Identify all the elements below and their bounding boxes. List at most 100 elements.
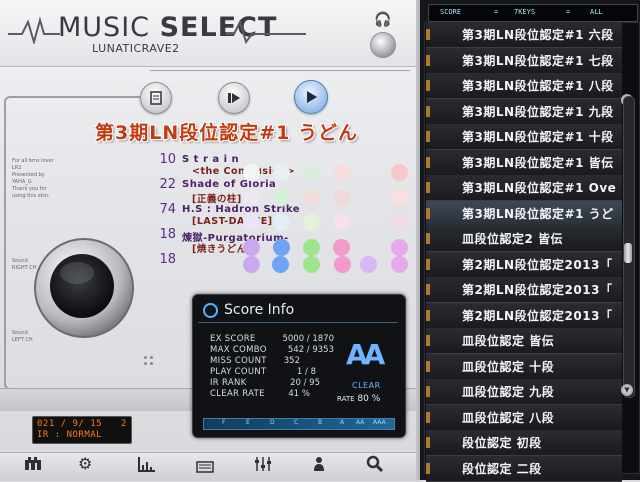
key-dot: [303, 256, 320, 273]
clear-status: CLEAR: [352, 381, 381, 390]
memo-button[interactable]: [140, 82, 172, 114]
sort-separator: =: [566, 8, 571, 16]
led-display: 021 / 9/ 15 2 IR : NORMAL: [32, 416, 132, 444]
song-subtitle: [LAST-DANCE]: [192, 216, 273, 227]
song-list-item-title: 第3期LN段位認定#1 八段: [462, 79, 614, 93]
song-list-item[interactable]: 第3期LN段位認定#1 七段: [426, 47, 622, 74]
song-list-item-title: 第3期LN段位認定#1 六段: [462, 28, 614, 42]
key-dot: [333, 239, 350, 256]
lamp-indicator: [426, 258, 430, 270]
key-dot: [360, 256, 377, 273]
song-list-item[interactable]: 第3期LN段位認定#1 六段: [426, 22, 622, 48]
keyboard-icon[interactable]: [196, 458, 214, 477]
lamp-indicator: [426, 182, 430, 193]
grade-a: A: [340, 419, 345, 426]
song-list-item[interactable]: 第2期LN段位認定2013「: [426, 302, 622, 329]
miss-count-value: 352: [283, 356, 300, 366]
ir-rank-value: 20 / 95: [290, 378, 320, 388]
key-dot: [243, 214, 260, 231]
key-dot: [391, 189, 408, 206]
song-level: 22: [159, 177, 176, 192]
song-list-item-title: 皿段位認定2 皆伝: [462, 232, 564, 246]
play-button[interactable]: [294, 80, 328, 114]
memo-icon: [150, 91, 162, 105]
ir-rank-label: IR RANK: [210, 378, 247, 388]
lamp-indicator: [426, 462, 430, 474]
grade-b: B: [318, 419, 323, 426]
chart-icon[interactable]: [138, 456, 156, 476]
keys-icon[interactable]: [24, 456, 42, 476]
logo-subtitle: LUNATICRAVE2: [92, 42, 180, 55]
grade-aa: AA: [356, 419, 365, 426]
volume-knob[interactable]: [370, 32, 396, 58]
grade-e: E: [246, 419, 250, 426]
song-list-item-title: 第3期LN段位認定#1 うど: [462, 206, 614, 221]
lamp-indicator: [426, 360, 430, 372]
skip-button[interactable]: [218, 82, 250, 114]
scroll-down-icon[interactable]: ▼: [621, 384, 633, 396]
key-dot: [333, 214, 350, 231]
song-list-item[interactable]: 段位認定 初段: [426, 430, 622, 456]
score-info-title: Score Info: [224, 302, 295, 318]
grille-dot: [150, 356, 153, 359]
key-dot: [273, 189, 290, 206]
key-dot: [303, 239, 320, 256]
song-list-item[interactable]: 皿段位認定2 皆伝: [426, 226, 622, 252]
search-icon[interactable]: [366, 455, 384, 477]
sound-left-label: Sound LEFT CH: [12, 330, 33, 343]
key-dot: [391, 256, 408, 273]
song-subtitle: [正義の柱]: [192, 194, 242, 205]
song-list-item-title: 第2期LN段位認定2013「: [462, 257, 613, 272]
song-title: S t r a i n: [182, 154, 240, 165]
key-dot: [333, 189, 350, 206]
song-list-item[interactable]: 第3期LN段位認定#1 皆伝: [426, 149, 622, 176]
scrollbar-thumb[interactable]: [624, 243, 632, 263]
key-dot: [273, 239, 290, 256]
key-dot: [391, 239, 408, 256]
key-dot: [243, 256, 260, 273]
song-level: 74: [159, 202, 176, 217]
sort-score-label: SCORE: [440, 8, 462, 16]
song-list-item[interactable]: 第3期LN段位認定#1 十段: [426, 124, 622, 150]
gear-icon[interactable]: ⚙: [78, 454, 92, 473]
lamp-indicator: [426, 233, 430, 244]
sound-right-label: Sound RIGHT CH: [12, 258, 37, 271]
song-list-item[interactable]: 第2期LN段位認定2013「: [426, 277, 622, 303]
song-list-item[interactable]: 皿段位認定 皆伝: [426, 328, 622, 354]
sort-keys-label: 7KEYS: [514, 8, 536, 16]
lamp-indicator: [426, 386, 430, 397]
key-dot: [303, 214, 320, 231]
led-date: 021 / 9/ 15: [37, 419, 103, 429]
song-level: 18: [159, 252, 176, 267]
song-list-item[interactable]: 段位認定 二段: [426, 455, 622, 482]
song-list-item-title: 段位認定 初段: [462, 436, 542, 450]
grade-d: D: [270, 419, 275, 426]
lamp-indicator: [426, 29, 430, 40]
skip-icon: [228, 93, 240, 103]
song-list-item[interactable]: 第2期LN段位認定2013「: [426, 251, 622, 278]
song-list-item[interactable]: 皿段位認定 十段: [426, 353, 622, 380]
song-list-item[interactable]: 第3期LN段位認定#1 Ove: [426, 175, 622, 201]
miss-count-label: MISS COUNT: [210, 356, 267, 366]
song-list-item-title: 第3期LN段位認定#1 七段: [462, 53, 614, 68]
song-level: 18: [159, 227, 176, 242]
led-count: 2: [121, 419, 127, 429]
speaker-highlight: [60, 262, 94, 284]
song-list-item[interactable]: 皿段位認定 八段: [426, 404, 622, 431]
song-level: 10: [159, 152, 176, 167]
song-list-item[interactable]: 第3期LN段位認定#1 九段: [426, 98, 622, 125]
equalizer-icon[interactable]: [254, 456, 272, 476]
lamp-indicator: [426, 105, 430, 117]
key-dot: [303, 189, 320, 206]
ex-score-label: EX SCORE: [210, 334, 256, 344]
headphone-icon: 🎧: [374, 12, 392, 28]
play-count-label: PLAY COUNT: [210, 367, 267, 377]
person-icon[interactable]: [312, 456, 326, 476]
song-list-item[interactable]: 皿段位認定 九段: [426, 379, 622, 405]
song-title: Shade of Gloria: [182, 179, 277, 190]
song-list-item-selected[interactable]: 第3期LN段位認定#1 うど: [426, 200, 622, 227]
max-combo-value: 542 / 9353: [287, 345, 334, 355]
key-dot: [243, 189, 260, 206]
key-dot: [333, 164, 350, 181]
song-list-item[interactable]: 第3期LN段位認定#1 八段: [426, 73, 622, 99]
